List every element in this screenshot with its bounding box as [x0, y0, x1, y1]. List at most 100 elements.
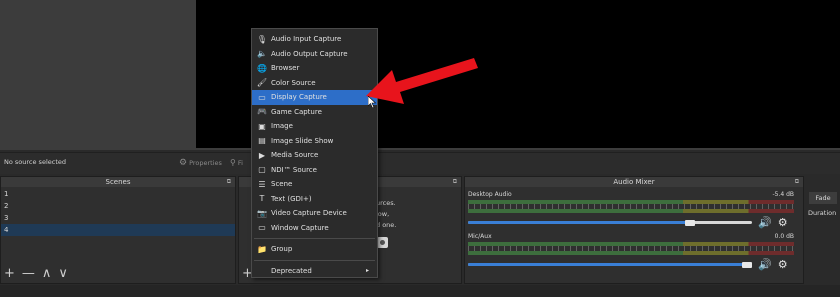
- undock-icon[interactable]: ⧉: [453, 177, 457, 187]
- menu-separator: [254, 259, 375, 261]
- menu-item-list: 🎙 Audio Input Capture 🔈 Audio Output Captur…: [252, 32, 377, 235]
- menu-item-video-capture-device[interactable]: 📷 Video Capture Device: [252, 206, 377, 221]
- menu-item-label: Deprecated: [271, 266, 312, 275]
- undock-icon[interactable]: ⧉: [227, 177, 231, 187]
- channel-name: Mic/Aux: [468, 233, 492, 240]
- camera-icon: 📷: [257, 208, 267, 218]
- scene-item[interactable]: 2: [1, 200, 235, 212]
- source-toolbar: [0, 152, 840, 174]
- audio-mixer-dock: Audio Mixer ⧉ Desktop Audio -5.4 dB 🔊 ⚙ …: [464, 176, 804, 284]
- menu-item-label: Media Source: [271, 151, 319, 160]
- gamepad-icon: 🎮: [257, 107, 267, 117]
- menu-item-color-source[interactable]: 🖌 Color Source: [252, 76, 377, 91]
- menu-item-display-capture[interactable]: ▭ Display Capture: [252, 90, 377, 105]
- scene-item[interactable]: 1: [1, 188, 235, 200]
- filters-label: Fi: [237, 158, 243, 167]
- menu-item-label: Audio Output Capture: [271, 49, 348, 58]
- mixer-channel: Mic/Aux 0.0 dB 🔊 ⚙: [468, 233, 794, 271]
- meter-scale: [468, 204, 794, 209]
- add-source-context-menu: 🎙 Audio Input Capture 🔈 Audio Output Captur…: [251, 28, 378, 278]
- remove-scene-icon[interactable]: —: [22, 266, 35, 281]
- mixer-channel: Desktop Audio -5.4 dB 🔊 ⚙: [468, 191, 794, 229]
- meter-scale: [468, 246, 794, 251]
- menu-item-ndi-source[interactable]: ▢ NDI™ Source: [252, 163, 377, 178]
- move-down-icon[interactable]: ∨: [58, 266, 68, 281]
- properties-label: Properties: [189, 158, 222, 167]
- source-hint-icon: [377, 237, 388, 248]
- menu-item-window-capture[interactable]: ▭ Window Capture: [252, 221, 377, 236]
- add-scene-icon[interactable]: +: [4, 266, 15, 281]
- text-icon: T: [259, 194, 265, 204]
- channel-name: Desktop Audio: [468, 191, 512, 198]
- level-meter: [468, 251, 794, 255]
- speaker-icon: 🔈: [257, 49, 267, 59]
- menu-item-image-slide-show[interactable]: ▤ Image Slide Show: [252, 134, 377, 149]
- menu-item-label: Game Capture: [271, 107, 322, 116]
- menu-item-label: Text (GDI+): [271, 194, 312, 203]
- play-icon: ▶: [258, 150, 266, 160]
- scenes-list: 1 2 3 4: [1, 187, 235, 236]
- menu-item-label: Image: [271, 122, 293, 131]
- scene-item-selected[interactable]: 4: [1, 224, 235, 236]
- filter-icon: ⚲: [230, 158, 236, 167]
- level-meter: [468, 209, 794, 213]
- gear-icon: ⚙: [179, 157, 188, 168]
- channel-db: 0.0 dB: [774, 233, 794, 240]
- volume-icon[interactable]: 🔊: [758, 216, 772, 229]
- globe-icon: 🌐: [257, 63, 267, 73]
- mixer-title: Audio Mixer: [613, 178, 655, 186]
- menu-item-browser[interactable]: 🌐 Browser: [252, 61, 377, 76]
- volume-slider[interactable]: [468, 261, 752, 268]
- menu-item-label: Group: [271, 245, 293, 254]
- ndi-icon: ▢: [258, 165, 266, 175]
- scenes-header: Scenes ⧉: [1, 177, 235, 187]
- menu-item-label: Color Source: [271, 78, 316, 87]
- submenu-arrow-icon: ▸: [365, 267, 369, 275]
- menu-item-image[interactable]: ▣ Image: [252, 119, 377, 134]
- list-icon: ☰: [258, 179, 266, 189]
- status-bar: [0, 285, 840, 297]
- menu-item-media-source[interactable]: ▶ Media Source: [252, 148, 377, 163]
- menu-item-label: Display Capture: [271, 93, 327, 102]
- menu-item-scene[interactable]: ☰ Scene: [252, 177, 377, 192]
- menu-item-label: Video Capture Device: [271, 209, 347, 218]
- sources-hint-line: d one.: [376, 221, 397, 229]
- volume-slider[interactable]: [468, 219, 752, 226]
- menu-item-label: Browser: [271, 64, 300, 73]
- slideshow-icon: ▤: [258, 136, 266, 146]
- menu-separator: [254, 238, 375, 239]
- properties-button[interactable]: ⚙ Properties: [176, 155, 228, 170]
- image-icon: ▣: [258, 121, 266, 131]
- gear-icon[interactable]: ⚙: [778, 216, 788, 229]
- microphone-icon: 🎙: [256, 34, 268, 44]
- move-up-icon[interactable]: ∧: [42, 266, 52, 281]
- no-source-label: No source selected: [4, 158, 66, 166]
- menu-item-label: Scene: [271, 180, 293, 189]
- scene-item[interactable]: 3: [1, 212, 235, 224]
- menu-item-group[interactable]: 📁 Group: [252, 242, 377, 257]
- brush-icon: 🖌: [256, 78, 268, 88]
- menu-item-label: Window Capture: [271, 223, 329, 232]
- volume-slider-knob[interactable]: [742, 261, 752, 268]
- gear-icon[interactable]: ⚙: [778, 258, 788, 271]
- menu-item-text-gdi[interactable]: T Text (GDI+): [252, 192, 377, 207]
- monitor-icon: ▭: [258, 92, 266, 102]
- volume-icon[interactable]: 🔊: [758, 258, 772, 271]
- menu-item-deprecated[interactable]: Deprecated ▸: [252, 264, 377, 279]
- transition-select[interactable]: Fade: [808, 191, 838, 205]
- scenes-title: Scenes: [105, 178, 131, 186]
- menu-item-audio-input-capture[interactable]: 🎙 Audio Input Capture: [252, 32, 377, 47]
- sources-hint-line: urces.: [376, 199, 396, 207]
- undock-icon[interactable]: ⧉: [795, 177, 799, 187]
- menu-item-audio-output-capture[interactable]: 🔈 Audio Output Capture: [252, 47, 377, 62]
- mouse-cursor-icon: [368, 96, 377, 108]
- window-icon: ▭: [258, 223, 266, 233]
- channel-db: -5.4 dB: [772, 191, 794, 198]
- menu-item-game-capture[interactable]: 🎮 Game Capture: [252, 105, 377, 120]
- folder-icon: 📁: [257, 244, 267, 254]
- volume-slider-knob[interactable]: [685, 219, 696, 226]
- annotation-arrow-icon: [366, 58, 478, 104]
- menu-item-label: Image Slide Show: [271, 136, 334, 145]
- duration-label: Duration: [808, 209, 837, 217]
- menu-item-label: Audio Input Capture: [271, 35, 342, 44]
